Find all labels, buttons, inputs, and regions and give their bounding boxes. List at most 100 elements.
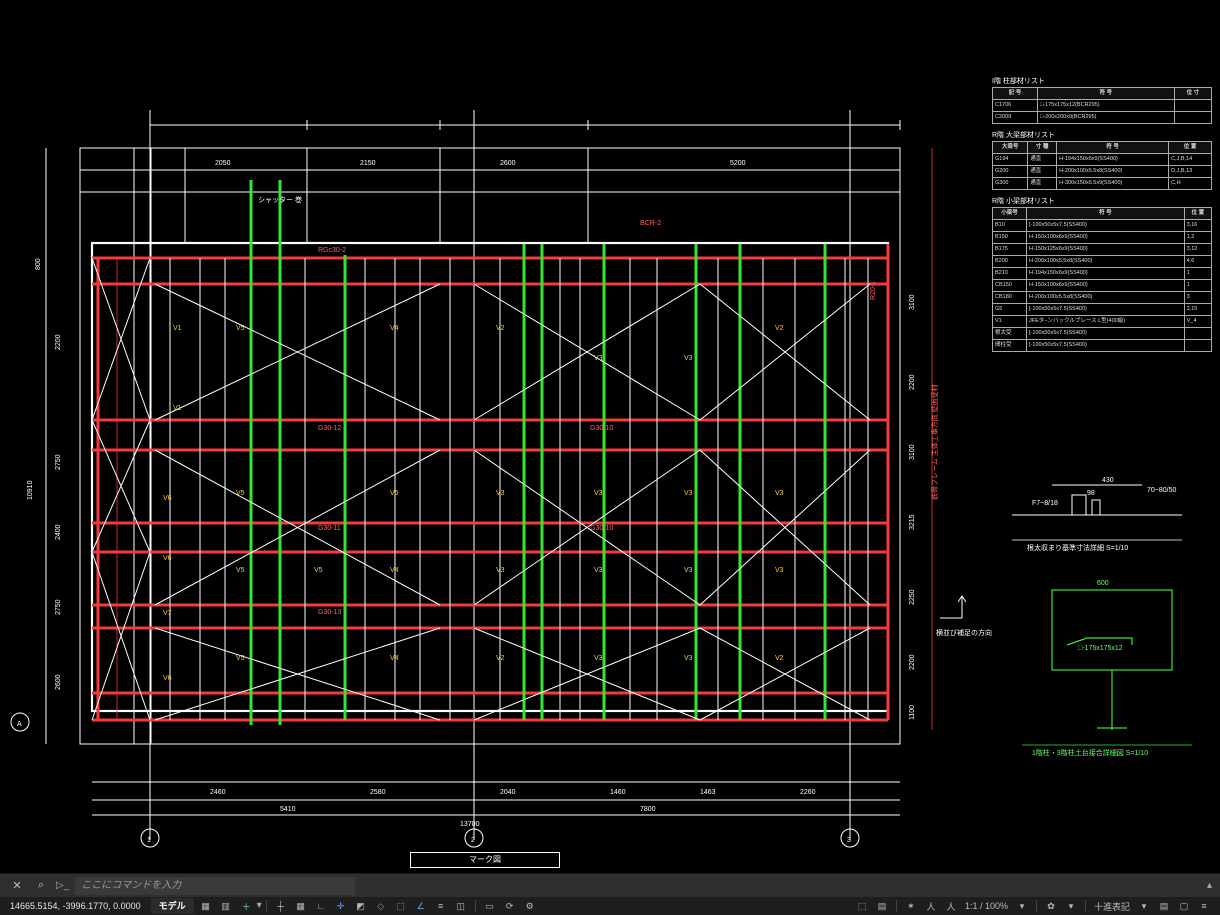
- paper-grid-icon[interactable]: ▦: [197, 898, 215, 914]
- svg-text:2750: 2750: [55, 454, 62, 470]
- svg-text:V2: V2: [496, 325, 505, 332]
- svg-text:2460: 2460: [210, 789, 226, 796]
- svg-text:V3: V3: [775, 567, 784, 574]
- dropdown-icon[interactable]: ▾: [1062, 898, 1080, 914]
- svg-text:V3: V3: [775, 490, 784, 497]
- svg-text:2400: 2400: [55, 524, 62, 540]
- svg-text:V3: V3: [684, 655, 693, 662]
- table3-title: R階 小梁部材リスト: [992, 196, 1212, 206]
- 3dosnap-toggle-icon[interactable]: ⬚: [392, 898, 410, 914]
- svg-text:2600: 2600: [55, 674, 62, 690]
- svg-text:V4: V4: [390, 325, 399, 332]
- svg-text:V3: V3: [496, 490, 505, 497]
- close-icon[interactable]: ✕: [8, 877, 26, 895]
- table2-title: R階 大梁部材リスト: [992, 130, 1212, 140]
- anno-icon[interactable]: 人: [942, 898, 960, 914]
- svg-text:1100: 1100: [909, 705, 916, 720]
- polar-toggle-icon[interactable]: ✛: [332, 898, 350, 914]
- command-prompt-icon: ▷_: [56, 877, 69, 895]
- commandline-expand-icon[interactable]: ▴: [1207, 877, 1212, 895]
- svg-text:V3: V3: [496, 567, 505, 574]
- dynamic-input-icon[interactable]: ▭: [481, 898, 499, 914]
- customize-icon[interactable]: ▤: [1155, 898, 1173, 914]
- annotation-monitor-icon[interactable]: 人: [922, 898, 940, 914]
- transparency-icon[interactable]: ◫: [452, 898, 470, 914]
- svg-text:シャッター 巻: シャッター 巻: [258, 195, 302, 204]
- units-readout[interactable]: 十進表記: [1090, 900, 1134, 913]
- svg-text:V2: V2: [496, 655, 505, 662]
- add-layout-icon[interactable]: ＋: [236, 900, 257, 913]
- svg-text:G30-12: G30-12: [318, 425, 341, 432]
- svg-text:G30-10: G30-10: [590, 525, 613, 532]
- svg-text:7800: 7800: [640, 806, 656, 813]
- table3: 小梁号符 号位 置 B10[-100x50x5x7.5(SS400)3,16 B…: [992, 207, 1212, 352]
- clean-screen-icon[interactable]: ▢: [1175, 898, 1193, 914]
- svg-text:13700: 13700: [460, 821, 480, 828]
- svg-text:2250: 2250: [909, 589, 916, 605]
- coordinates-readout: 14665.5154, -3996.1770, 0.0000: [0, 901, 151, 911]
- svg-text:V3: V3: [684, 490, 693, 497]
- svg-text:1階柱・3階柱土台接合詳細図 S=1/10: 1階柱・3階柱土台接合詳細図 S=1/10: [1032, 748, 1148, 757]
- tray-menu-icon[interactable]: ≡: [1195, 898, 1213, 914]
- svg-text:V5: V5: [236, 655, 245, 662]
- svg-text:V3: V3: [594, 355, 603, 362]
- svg-text:800: 800: [35, 258, 42, 270]
- gear-icon[interactable]: ✿: [1042, 898, 1060, 914]
- svg-text:2600: 2600: [500, 160, 516, 167]
- svg-text:G30-13: G30-13: [318, 609, 341, 616]
- ortho-toggle-icon[interactable]: ∟: [312, 898, 330, 914]
- search-icon[interactable]: ⌕: [32, 877, 50, 895]
- svg-text:F7~8/18: F7~8/18: [1032, 500, 1058, 507]
- svg-text:V5: V5: [390, 490, 399, 497]
- workspace-icon[interactable]: ✶: [902, 898, 920, 914]
- svg-text:2040: 2040: [500, 789, 516, 796]
- command-input[interactable]: [75, 877, 355, 895]
- svg-text:2150: 2150: [360, 160, 376, 167]
- svg-text:V6: V6: [163, 675, 172, 682]
- svg-text:3: 3: [847, 837, 851, 844]
- svg-text:2580: 2580: [370, 789, 386, 796]
- layout-menu-icon[interactable]: ▾: [257, 897, 262, 915]
- svg-text:V5: V5: [314, 567, 323, 574]
- grid-toggle-icon[interactable]: ┼: [272, 898, 290, 914]
- svg-text:2: 2: [471, 837, 475, 844]
- units-menu-icon[interactable]: ▾: [1135, 898, 1153, 914]
- svg-text:3100: 3100: [909, 294, 916, 310]
- osnap-toggle-icon[interactable]: ◇: [372, 898, 390, 914]
- svg-text:1460: 1460: [610, 789, 626, 796]
- svg-text:BCR-2: BCR-2: [640, 220, 661, 227]
- view-cube-icon[interactable]: ⬚: [853, 898, 871, 914]
- scale-readout[interactable]: 1:1 / 100%: [961, 901, 1012, 911]
- model-tab[interactable]: モデル: [151, 898, 194, 914]
- svg-text:G30-11: G30-11: [318, 525, 341, 532]
- svg-text:3100: 3100: [909, 444, 916, 460]
- svg-text:根太収まり基準寸法詳細 S=1/10: 根太収まり基準寸法詳細 S=1/10: [1027, 543, 1128, 552]
- svg-text:V5: V5: [236, 490, 245, 497]
- svg-text:V2: V2: [775, 325, 784, 332]
- layout-tabs: モデル ▦ ▥ ＋ ▾: [151, 897, 262, 915]
- scale-menu-icon[interactable]: ▾: [1013, 898, 1031, 914]
- lineweight-icon[interactable]: ≡: [432, 898, 450, 914]
- svg-text:A: A: [17, 721, 22, 728]
- svg-text:2050: 2050: [215, 160, 231, 167]
- command-bar: ✕ ⌕ ▷_ ▴: [0, 873, 1220, 897]
- svg-text:5200: 5200: [730, 160, 746, 167]
- svg-text:2200: 2200: [909, 374, 916, 390]
- paper-grid2-icon[interactable]: ▥: [217, 898, 235, 914]
- svg-text:V3: V3: [594, 567, 603, 574]
- svg-text:2200: 2200: [55, 334, 62, 350]
- annotation-scale-icon[interactable]: ⚙: [521, 898, 539, 914]
- isoplane-icon[interactable]: ◩: [352, 898, 370, 914]
- table2: 大梁号寸 種符 号位 置 G194通直H-194x150x6x9(SS400)C…: [992, 141, 1212, 190]
- snap-toggle-icon[interactable]: ▦: [292, 898, 310, 914]
- svg-text:V4: V4: [390, 655, 399, 662]
- svg-text:1: 1: [147, 837, 151, 844]
- navbar-icon[interactable]: ▤: [873, 898, 891, 914]
- svg-text:V1: V1: [173, 405, 182, 412]
- svg-text:V5: V5: [236, 567, 245, 574]
- selection-cycling-icon[interactable]: ⟳: [501, 898, 519, 914]
- svg-text:V3: V3: [594, 655, 603, 662]
- otrack-toggle-icon[interactable]: ∠: [412, 898, 430, 914]
- table1-title: I階 柱部材リスト: [992, 76, 1212, 86]
- svg-text:R20-1: R20-1: [870, 281, 877, 300]
